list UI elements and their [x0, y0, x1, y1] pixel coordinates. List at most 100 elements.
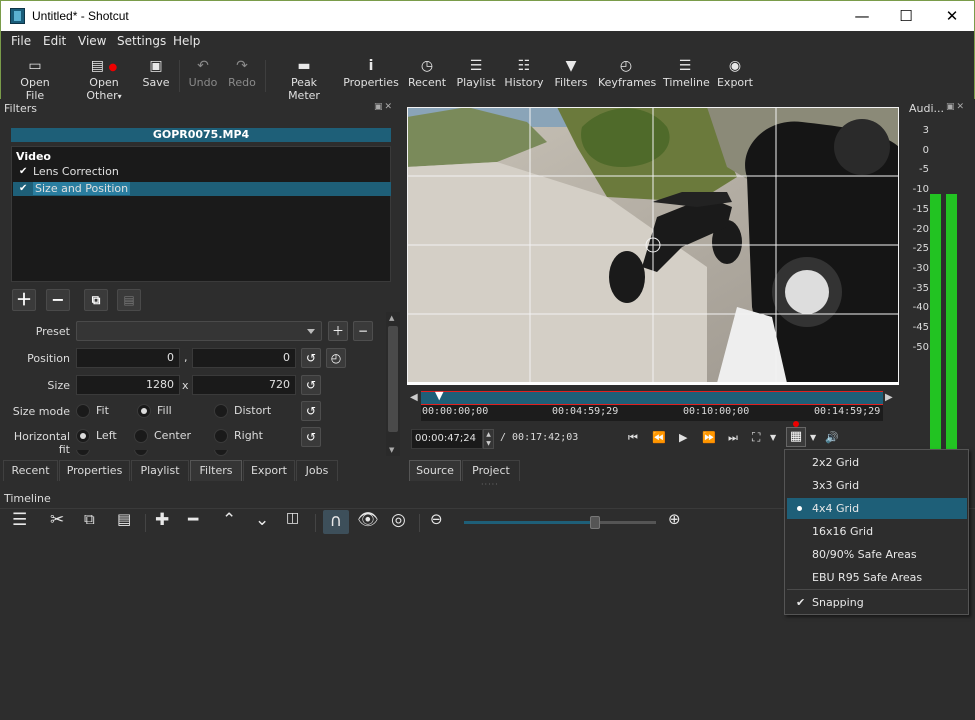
menu-file[interactable]: File [11, 34, 31, 48]
zoom-in-button[interactable]: ⊕ [668, 510, 681, 528]
undo-button[interactable]: ↶ Undo [187, 56, 219, 89]
export-button[interactable]: ◉ Export [716, 56, 754, 89]
cut-button[interactable]: ✂ [50, 510, 64, 530]
keyframe-position-button[interactable]: ◴ [326, 348, 346, 368]
time-ruler[interactable]: ◀ ▶ ▼ 00:00:00;00 00:04:59;29 00:10:00;0… [410, 390, 893, 421]
tab-properties[interactable]: Properties [59, 460, 130, 481]
menu-edit[interactable]: Edit [43, 34, 66, 48]
ripple-button[interactable]: ◎ [391, 510, 406, 530]
tab-playlist[interactable]: Playlist [131, 460, 189, 481]
close-window-button[interactable]: ✕ [929, 1, 975, 31]
tab-export[interactable]: Export [243, 460, 295, 481]
keyframes-button[interactable]: ◴ Keyframes [598, 56, 656, 89]
playhead-icon[interactable]: ▼ [435, 390, 447, 403]
tab-recent[interactable]: Recent [3, 460, 58, 481]
zoom-slider[interactable] [464, 516, 656, 529]
snap-button[interactable]: ∩ [323, 510, 349, 534]
filter-item-lens-correction[interactable]: ✔ Lens Correction [13, 165, 391, 179]
tab-source[interactable]: Source [409, 460, 461, 481]
reset-position-button[interactable]: ↺ [301, 348, 321, 368]
size-mode-distort-radio[interactable]: Distort [214, 404, 271, 418]
ripple-delete-button[interactable]: ━ [188, 510, 198, 530]
grid-dropdown-arrow-icon[interactable]: ▼ [810, 433, 816, 442]
minimize-button[interactable]: — [839, 1, 885, 31]
out-point-marker-icon[interactable]: ▶ [885, 392, 893, 403]
lift-button[interactable]: ⌃ [222, 510, 236, 530]
hfit-center-radio[interactable]: Center [134, 429, 191, 443]
recent-button[interactable]: ◷ Recent [406, 56, 448, 89]
append-button[interactable]: ✚ [155, 510, 169, 530]
tab-project[interactable]: Project [462, 460, 520, 481]
maximize-button[interactable]: ☐ [883, 1, 929, 31]
time-spinner[interactable]: ▲ ▼ [483, 429, 494, 449]
open-other-button[interactable]: ▤ ● Open Other▾ [70, 56, 138, 102]
menu-item-2x2-grid[interactable]: 2x2 Grid [787, 452, 967, 473]
menu-settings[interactable]: Settings [117, 34, 166, 48]
current-time-field[interactable]: 00:00:47;24 [411, 429, 483, 449]
volume-button[interactable]: 🔊 [825, 431, 839, 444]
grid-button[interactable]: ▦ [786, 427, 806, 447]
copy-filters-button[interactable]: ⧉ [84, 289, 108, 311]
tab-jobs[interactable]: Jobs [296, 460, 338, 481]
playlist-button[interactable]: ☰ Playlist [456, 56, 496, 89]
overwrite-button[interactable]: ⌄ [255, 510, 269, 530]
position-y-field[interactable]: 0 [192, 348, 296, 368]
open-file-button[interactable]: ▭ Open File [11, 56, 59, 102]
menu-item-3x3-grid[interactable]: 3x3 Grid [787, 475, 967, 496]
tab-filters[interactable]: Filters [190, 460, 242, 481]
in-point-marker-icon[interactable]: ◀ [410, 392, 418, 403]
menu-view[interactable]: View [78, 34, 106, 48]
menu-item-16x16-grid[interactable]: 16x16 Grid [787, 521, 967, 542]
remove-filter-button[interactable]: − [46, 289, 70, 311]
history-button[interactable]: ☷ History [504, 56, 544, 89]
zoom-dropdown-arrow-icon[interactable]: ▼ [770, 433, 776, 442]
menu-item-80-90-safe-areas[interactable]: 80/90% Safe Areas [787, 544, 967, 565]
rewind-button[interactable]: ⏪ [652, 431, 666, 444]
zoom-out-button[interactable]: ⊖ [430, 510, 443, 528]
position-x-field[interactable]: 0 [76, 348, 180, 368]
zoom-slider-handle[interactable] [589, 516, 600, 529]
filters-button[interactable]: ▼ Filters [553, 56, 589, 89]
hfit-right-radio[interactable]: Right [214, 429, 263, 443]
video-preview[interactable] [407, 107, 899, 383]
filters-scrollbar[interactable]: ▲ ▼ [386, 312, 400, 456]
menu-item-4x4-grid[interactable]: 4x4 Grid [787, 498, 967, 519]
scrollbar-thumb[interactable] [388, 326, 398, 432]
reset-size-button[interactable]: ↺ [301, 375, 321, 395]
size-mode-fill-radio[interactable]: Fill [137, 404, 172, 418]
in-out-range[interactable] [421, 391, 883, 405]
copy-button[interactable]: ⧉ [84, 510, 95, 528]
save-preset-button[interactable]: ＋ [328, 321, 348, 341]
redo-button[interactable]: ↷ Redo [227, 56, 257, 89]
split-button[interactable]: ◫ [286, 510, 299, 526]
panel-float-close-icons[interactable]: ▣✕ [946, 102, 966, 112]
add-filter-button[interactable]: ＋ [12, 289, 36, 311]
checkmark-icon[interactable]: ✔ [19, 165, 27, 179]
properties-button[interactable]: i Properties [343, 56, 399, 89]
menu-item-ebu-r95-safe-areas[interactable]: EBU R95 Safe Areas [787, 567, 967, 588]
menu-item-snapping[interactable]: ✔ Snapping [787, 592, 967, 613]
timeline-button[interactable]: ☰ Timeline [663, 56, 710, 89]
delete-preset-button[interactable]: − [353, 321, 373, 341]
size-mode-fit-radio[interactable]: Fit [76, 404, 109, 418]
preset-combobox[interactable] [76, 321, 322, 341]
paste-button[interactable]: ▤ [117, 510, 131, 528]
skip-to-end-button[interactable]: ⏭ [728, 431, 738, 445]
save-button[interactable]: ▣ Save [142, 56, 170, 89]
paste-filters-button[interactable]: ▤ [117, 289, 141, 311]
scroll-down-arrow-icon[interactable]: ▼ [389, 446, 394, 454]
menu-help[interactable]: Help [173, 34, 200, 48]
timeline-menu-button[interactable]: ☰ [12, 510, 27, 530]
filter-item-size-and-position[interactable]: ✔ Size and Position [13, 182, 391, 196]
scrub-button[interactable]: 👁 [357, 510, 379, 530]
fast-forward-button[interactable]: ⏩ [702, 431, 716, 444]
reset-hfit-button[interactable]: ↺ [301, 427, 321, 447]
checkmark-icon[interactable]: ✔ [19, 182, 27, 196]
skip-to-start-button[interactable]: ⏮ [628, 431, 638, 445]
size-width-field[interactable]: 1280 [76, 375, 180, 395]
reset-size-mode-button[interactable]: ↺ [301, 401, 321, 421]
size-height-field[interactable]: 720 [192, 375, 296, 395]
peak-meter-button[interactable]: ▬ Peak Meter [274, 56, 334, 102]
play-button[interactable]: ▶ [679, 431, 687, 444]
panel-float-close-icons[interactable]: ▣✕ [374, 102, 394, 112]
